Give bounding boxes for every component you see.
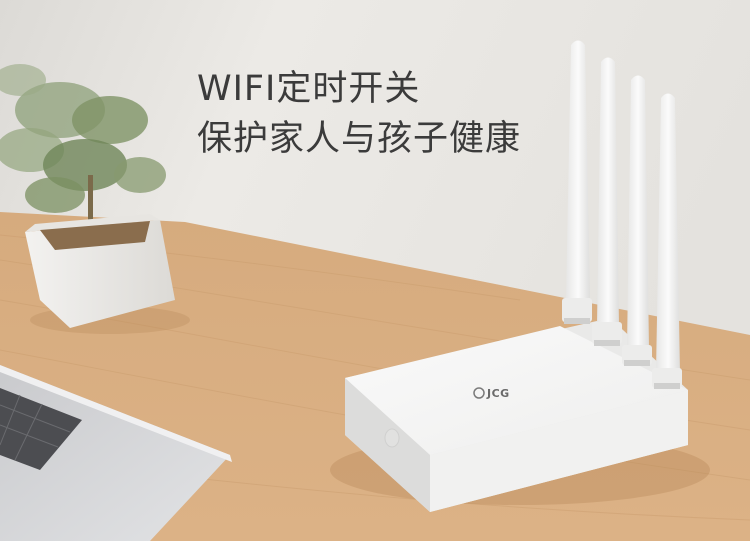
headline-line-1: WIFI定时开关 xyxy=(197,69,421,109)
headline-line-2: 保护家人与孩子健康 xyxy=(197,119,522,159)
product-photo: WIFI定时开关 保护家人与孩子健康 JCG xyxy=(0,0,750,541)
headline: WIFI定时开关 保护家人与孩子健康 xyxy=(197,64,521,164)
router-brand-label: JCG xyxy=(487,387,510,400)
